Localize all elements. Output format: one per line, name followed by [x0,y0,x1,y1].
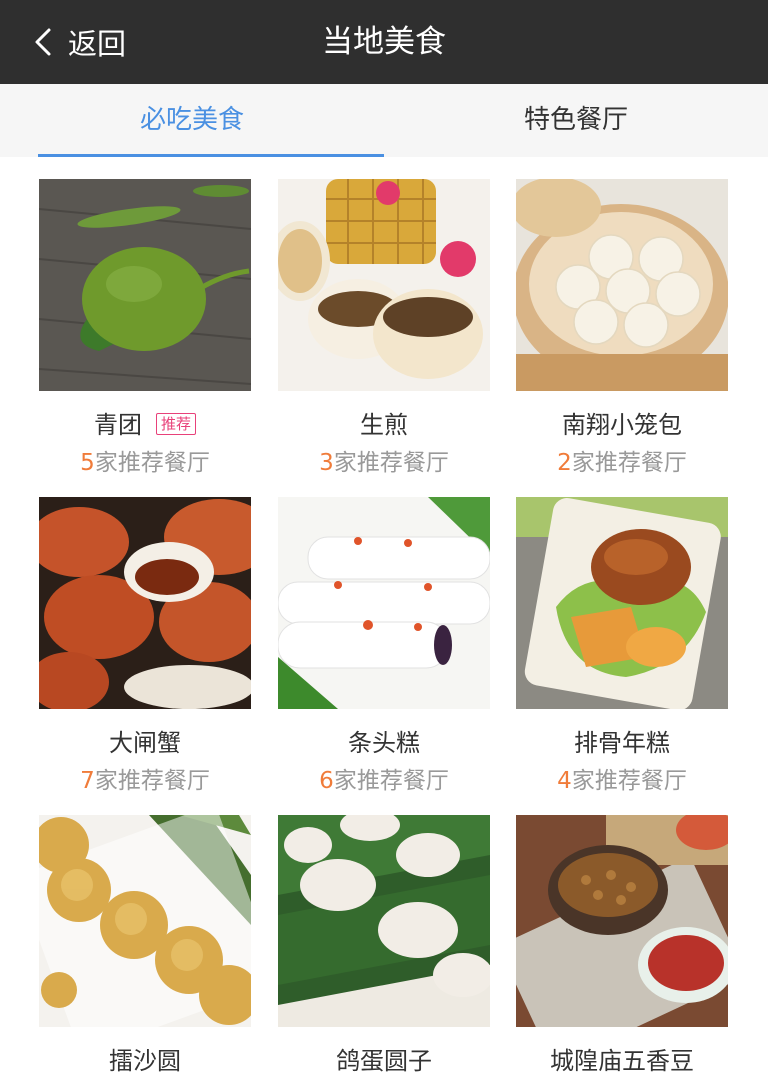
food-name-row: 排骨年糕 [516,725,728,761]
food-name-row: 擂沙圆 [39,1043,251,1074]
food-name: 生煎 [360,411,408,439]
food-image [516,497,728,709]
food-image [39,497,251,709]
restaurant-count: 4 [557,768,572,794]
active-tab-indicator [38,154,384,157]
top-nav-bar: 返回 当地美食 [0,0,768,84]
restaurant-count-suffix: 家推荐餐厅 [571,768,687,794]
restaurant-count-suffix: 家推荐餐厅 [94,450,210,476]
restaurant-count-row: 4家推荐餐厅 [516,765,728,797]
food-name: 青团 [93,411,142,439]
tab-restaurants[interactable]: 特色餐厅 [384,84,768,157]
restaurant-count: 2 [557,450,572,476]
food-name-row: 青团 推荐 [39,407,251,443]
food-name: 擂沙圆 [109,1047,181,1074]
restaurant-count-row: 7家推荐餐厅 [39,765,251,797]
restaurant-count-row: 3家推荐餐厅 [278,447,490,479]
food-image [516,179,728,391]
food-name: 条头糕 [348,729,420,757]
restaurant-count: 5 [80,450,95,476]
food-name-row: 鸽蛋圆子 [278,1043,490,1074]
restaurant-count: 7 [80,768,95,794]
tab-must-eat[interactable]: 必吃美食 [0,84,384,157]
food-image [39,815,251,1027]
food-image [516,815,728,1027]
food-image [39,179,251,391]
food-image [278,815,490,1027]
food-name-row: 生煎 [278,407,490,443]
tab-bar: 必吃美食 特色餐厅 [0,84,768,157]
restaurant-count-suffix: 家推荐餐厅 [333,450,449,476]
page-title: 当地美食 [322,24,446,60]
recommend-badge: 推荐 [155,413,196,435]
restaurant-count-suffix: 家推荐餐厅 [571,450,687,476]
food-image [278,179,490,391]
food-name-row: 南翔小笼包 [516,407,728,443]
food-name-row: 城隍庙五香豆 [516,1043,728,1074]
food-name: 大闸蟹 [109,729,181,757]
restaurant-count: 3 [319,450,334,476]
restaurant-count-suffix: 家推荐餐厅 [94,768,210,794]
food-name: 鸽蛋圆子 [336,1047,432,1074]
food-name: 排骨年糕 [574,729,670,757]
restaurant-count-row: 6家推荐餐厅 [278,765,490,797]
food-name-row: 大闸蟹 [39,725,251,761]
restaurant-count-row: 5家推荐餐厅 [39,447,251,479]
food-name-row: 条头糕 [278,725,490,761]
food-image [278,497,490,709]
food-name: 城隍庙五香豆 [550,1047,694,1074]
restaurant-count-row: 2家推荐餐厅 [516,447,728,479]
restaurant-count: 6 [319,768,334,794]
restaurant-count-suffix: 家推荐餐厅 [333,768,449,794]
food-name: 南翔小笼包 [562,411,682,439]
